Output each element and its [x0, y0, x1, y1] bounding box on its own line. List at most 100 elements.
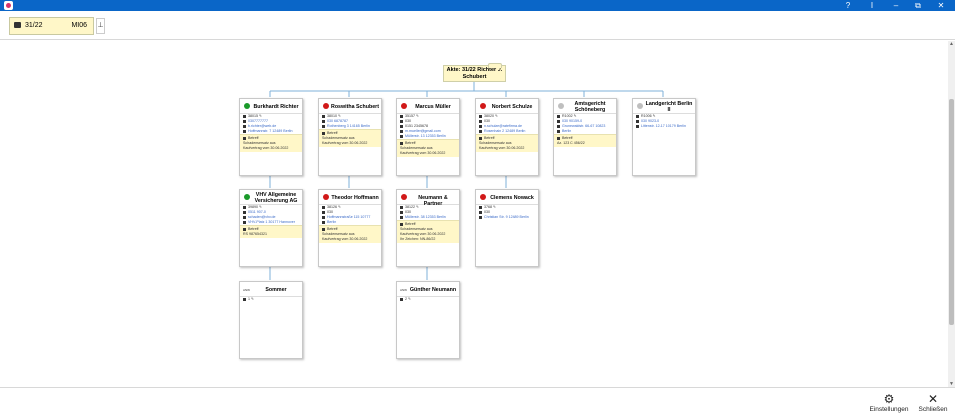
- subject-text: Betreff: [405, 222, 416, 226]
- detail-text: 0151 2345678: [405, 124, 428, 128]
- settings-button[interactable]: ⚙ Einstellungen: [868, 392, 910, 413]
- card-detail-line[interactable]: Müllerstr. 38 12353 Berlin: [397, 215, 459, 220]
- case-root-node[interactable]: Akte: 31/22 Richter ./. Schubert: [443, 63, 506, 82]
- contact-card-hoffmann[interactable]: Theodor Hoffmann 38126 ✎ 030 Hoffmannstraße…: [318, 189, 382, 267]
- bottom-bar: ⚙ Einstellungen ✕ Schließen: [0, 387, 955, 418]
- mail-icon: [400, 129, 403, 133]
- text-cursor-button[interactable]: I: [862, 0, 882, 11]
- card-name: Landgericht Berlin II: [645, 101, 693, 113]
- status-dot-icon: [244, 194, 250, 200]
- participant-kind: ANW: [400, 288, 407, 292]
- subject-text: Betreff: [484, 136, 495, 140]
- card-detail-line[interactable]: Hoffmannstr. 7 12489 Berlin: [240, 129, 302, 134]
- document-icon: [243, 297, 246, 301]
- subject-text: Betreff: [327, 131, 338, 135]
- detail-text: 35157 ✎: [405, 114, 420, 118]
- card-detail-line[interactable]: Littenstr. 12-17 10179 Berlin: [633, 124, 695, 129]
- card-header: Roswitha Schubert: [319, 99, 381, 114]
- phone-icon: [400, 119, 403, 123]
- contact-card-vhv[interactable]: VHV Allgemeine Versicherung AG 39890 ✎ 051…: [239, 189, 303, 267]
- detail-text: R1006 ✎: [641, 114, 656, 118]
- close-window-button[interactable]: ✕: [931, 0, 951, 11]
- detail-text: 030: [405, 210, 411, 214]
- card-detail-line[interactable]: Rosenhain 2 12489 Berlin: [476, 129, 538, 134]
- phone-icon: [557, 119, 560, 123]
- subject-box: Betreff Schadensersatz aus Kaufvertrag vom…: [397, 220, 459, 243]
- card-detail-line[interactable]: Müllerstr. 13 12353 Berlin: [397, 134, 459, 139]
- card-detail-line[interactable]: Rothenberg 3 14165 Berlin: [319, 124, 381, 129]
- document-icon: [243, 205, 246, 209]
- subject-box: Betreff Az. 123 C 456/22: [554, 134, 616, 147]
- contact-card-gneumann[interactable]: ANW Günther Neumann 2 ✎: [396, 281, 460, 359]
- phone-icon: [243, 119, 246, 123]
- detail-text: Littenstr. 12-17 10179 Berlin: [641, 124, 686, 128]
- subject-text: Schadensersatz aus: [479, 141, 512, 145]
- contact-card-amtsgericht[interactable]: Amtsgericht Schöneberg R1002 ✎ 030 90159-0…: [553, 98, 617, 176]
- subject-text: Kaufvertrag vom 30.06.2022: [243, 146, 289, 150]
- detail-text: 38010 ✎: [327, 114, 342, 118]
- card-name: Amtsgericht Schöneberg: [574, 101, 606, 113]
- pin-icon[interactable]: ⊥: [96, 18, 105, 34]
- subject-box: Betreff Schadensersatz aus Kaufvertrag vom…: [476, 134, 538, 152]
- close-icon: ✕: [927, 392, 939, 406]
- card-name: VHV Allgemeine Versicherung AG: [254, 192, 298, 204]
- mail-icon: [243, 215, 246, 219]
- file-selector[interactable]: 31/22 MI06: [9, 17, 94, 35]
- contact-card-landgericht[interactable]: Landgericht Berlin II R1006 ✎ 030 9023-0 Li…: [632, 98, 696, 176]
- contact-card-schulze[interactable]: Norbert Schulze 38020 ✎ 030 n.schulze@ratef…: [475, 98, 539, 176]
- detail-text: n.schulze@ratefirma.de: [484, 124, 523, 128]
- detail-text: Berlin: [327, 220, 337, 224]
- note-icon: [557, 136, 560, 140]
- subject-text: RS 987654321: [243, 232, 267, 236]
- card-header: Landgericht Berlin II: [633, 99, 695, 114]
- phone-icon: [400, 210, 403, 214]
- mail-icon: [243, 124, 246, 128]
- file-code: MI06: [71, 22, 87, 29]
- detail-text: 38020 ✎: [484, 114, 499, 118]
- detail-text: 1 ✎: [248, 297, 255, 301]
- subject-text: Betreff: [327, 227, 338, 231]
- contact-card-schubert[interactable]: Roswitha Schubert 38010 ✎ 030 6878787 Rothe…: [318, 98, 382, 176]
- document-icon: [400, 297, 403, 301]
- detail-text: 030 6878787: [327, 119, 348, 123]
- minimize-button[interactable]: –: [886, 0, 906, 11]
- card-name: Marcus Müller: [415, 104, 451, 110]
- detail-text: schaden@vhv.de: [248, 215, 276, 219]
- root-line1: Akte: 31/22 Richter ./.: [446, 67, 503, 73]
- title-bar: ? I – ⧉ ✕: [0, 0, 955, 11]
- note-icon: [400, 222, 403, 226]
- detail-text: 030 90159-0: [562, 119, 583, 123]
- status-dot-icon: [323, 194, 329, 200]
- scroll-thumb[interactable]: [949, 99, 954, 325]
- subject-text: Schadensersatz aus: [322, 232, 355, 236]
- detail-text: 0511 907-0: [248, 210, 266, 214]
- detail-text: Hoffmannstr. 7 12489 Berlin: [248, 129, 293, 133]
- status-dot-icon: [323, 103, 329, 109]
- vertical-scrollbar[interactable]: ▲ ▼: [948, 41, 955, 387]
- close-button[interactable]: ✕ Schließen: [914, 392, 952, 413]
- card-detail-line[interactable]: VHV-Platz 1 30177 Hannover: [240, 220, 302, 225]
- status-dot-icon: [558, 103, 564, 109]
- briefcase-icon: [14, 22, 21, 28]
- contact-card-sommer[interactable]: ANW Sommer 1 ✎: [239, 281, 303, 359]
- subject-box: Betreff Schadensersatz aus Kaufvertrag vom…: [319, 129, 381, 147]
- detail-text: 030 9023-0: [641, 119, 660, 123]
- restore-button[interactable]: ⧉: [908, 0, 928, 11]
- card-detail-line[interactable]: Christian Str. 9 12489 Berlin: [476, 215, 538, 220]
- home-icon: [322, 215, 325, 219]
- document-icon: [322, 114, 325, 118]
- contact-card-neumann[interactable]: Neumann & Partner 38122 ✎ 030 Müllerstr. 38…: [396, 189, 460, 267]
- scroll-up-icon[interactable]: ▲: [948, 41, 955, 47]
- contact-card-mueller[interactable]: Marcus Müller 35157 ✎ 030 0151 2345678 m.mue…: [396, 98, 460, 176]
- home-icon: [243, 129, 246, 133]
- detail-text: Rothenberg 3 14165 Berlin: [327, 124, 370, 128]
- contact-card-nowack[interactable]: Clemens Nowack 3768 ✎ 030 Christian Str. 9 …: [475, 189, 539, 267]
- card-detail-line[interactable]: Berlin: [554, 129, 616, 134]
- help-button[interactable]: ?: [838, 0, 858, 11]
- detail-text: Rosenhain 2 12489 Berlin: [484, 129, 526, 133]
- home-icon: [243, 220, 246, 224]
- contact-card-richter[interactable]: Burkhardt Richter 38015 ✎ 0307777777 b.rich…: [239, 98, 303, 176]
- detail-text: R1002 ✎: [562, 114, 577, 118]
- note-icon: [243, 227, 246, 231]
- card-detail-line[interactable]: Berlin: [319, 220, 381, 225]
